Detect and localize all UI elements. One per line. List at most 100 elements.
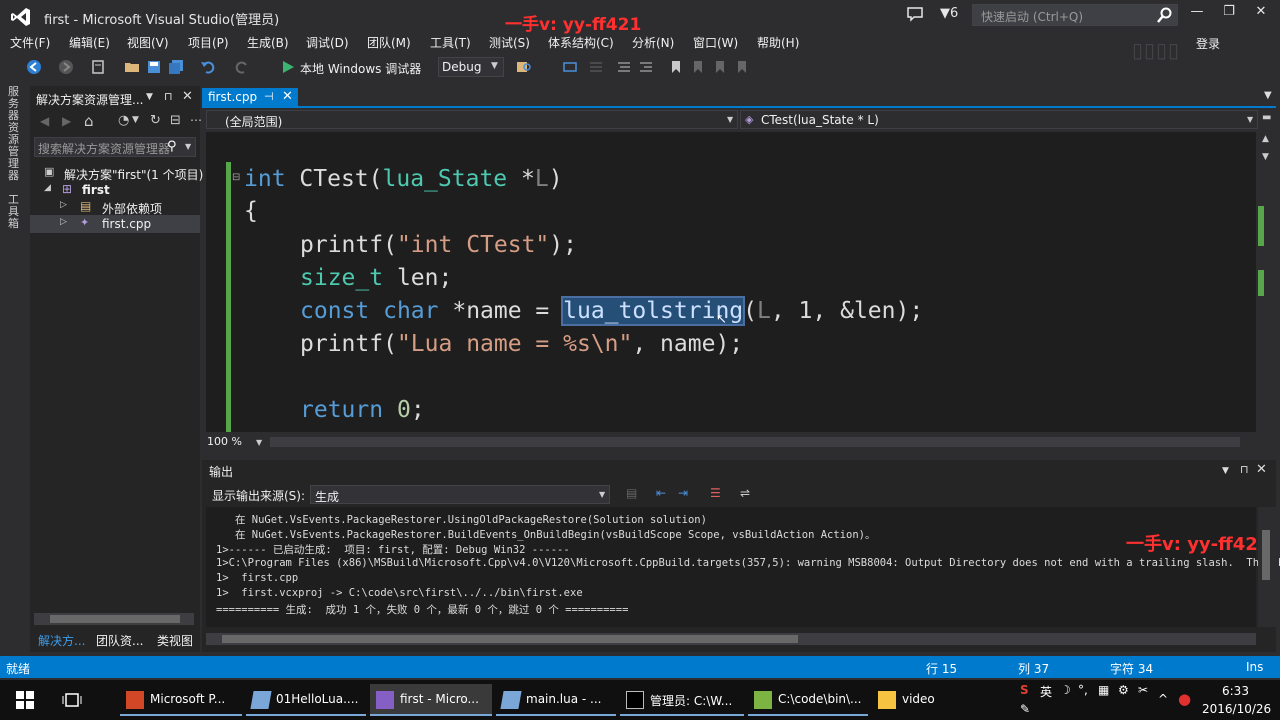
tree-item-external-deps[interactable]: ▷ ▤ 外部依赖项 [30, 198, 200, 216]
find-next-message-icon[interactable]: ⇥ [678, 486, 688, 500]
navigate-icon[interactable] [562, 59, 578, 75]
maximize-button[interactable]: ❐ [1214, 4, 1244, 24]
function-dropdown[interactable]: ◈ CTest(lua_State * L) ▼ [740, 110, 1258, 129]
pin-icon[interactable]: ⊓ [1240, 463, 1249, 476]
menu-architecture[interactable]: 体系结构(C) [548, 34, 614, 51]
zoom-level[interactable]: 100 % [207, 435, 242, 448]
menu-window[interactable]: 窗口(W) [693, 34, 738, 51]
sync-icon[interactable]: ◔ [118, 113, 129, 128]
save-all-icon[interactable] [168, 59, 184, 75]
prev-bookmark-icon[interactable] [690, 59, 706, 75]
taskbar-app-lua[interactable]: 01HelloLua.... [246, 684, 366, 716]
menu-view[interactable]: 视图(V) [127, 34, 169, 51]
moon-icon[interactable]: ☽ [1060, 683, 1071, 697]
output-source-select[interactable]: 生成 ▼ [310, 485, 610, 504]
taskbar-app-visual-studio[interactable]: first - Micro... [370, 684, 492, 716]
tab-team-explorer[interactable]: 团队资... [96, 632, 143, 649]
menu-analyze[interactable]: 分析(N) [632, 34, 674, 51]
settings-icon[interactable]: ⚙ [1118, 683, 1129, 697]
menu-tools[interactable]: 工具(T) [430, 34, 471, 51]
back-icon[interactable]: ◀ [40, 114, 49, 128]
back-icon[interactable] [26, 59, 42, 75]
login-link[interactable]: 登录 [1196, 35, 1220, 52]
toolbox-tab[interactable]: 工具箱 [8, 194, 22, 230]
clear-all-icon[interactable]: ☰ [710, 486, 721, 500]
solution-scroll-thumb[interactable] [50, 615, 180, 623]
taskbar-app-explorer-bin[interactable]: C:\code\bin\... [748, 684, 868, 716]
chevron-down-icon[interactable]: ▼ [1222, 466, 1229, 476]
close-icon[interactable]: ✕ [282, 89, 293, 104]
comment-icon[interactable] [616, 59, 632, 75]
find-in-files-icon[interactable] [516, 59, 532, 75]
go-to-previous-icon[interactable]: ▤ [626, 486, 637, 500]
tree-item-project[interactable]: ◢ ⊞ first [30, 181, 200, 199]
tab-first-cpp[interactable]: first.cpp ⊣ ✕ [202, 88, 298, 108]
pin-icon[interactable]: ⊓ [164, 90, 173, 103]
home-icon[interactable]: ⌂ [84, 112, 94, 130]
menu-test[interactable]: 测试(S) [489, 34, 530, 51]
tree-item-solution[interactable]: ▣ 解决方案"first"(1 个项目) [30, 164, 203, 182]
close-icon[interactable]: ✕ [1256, 462, 1267, 477]
menu-file[interactable]: 文件(F) [10, 34, 50, 51]
format-icon[interactable] [588, 59, 604, 75]
next-bookmark-icon[interactable] [712, 59, 728, 75]
close-button[interactable]: ✕ [1246, 4, 1276, 24]
minimize-button[interactable]: — [1182, 4, 1212, 24]
tab-overflow-icon[interactable]: ▼ [1264, 90, 1272, 101]
taskbar-app-main-lua[interactable]: main.lua - ... [496, 684, 616, 716]
clock-date[interactable]: 2016/10/26 [1202, 702, 1271, 716]
refresh-icon[interactable]: ↻ [150, 113, 161, 128]
tools-icon[interactable]: ✂ [1138, 683, 1148, 697]
chevron-down-icon[interactable]: ▼ [146, 92, 153, 102]
scope-dropdown[interactable]: (全局范围) ▼ [206, 110, 738, 129]
clear-bookmarks-icon[interactable] [734, 59, 750, 75]
pen-icon[interactable]: ✎ [1020, 702, 1030, 716]
find-prev-message-icon[interactable]: ⇤ [656, 486, 666, 500]
menu-team[interactable]: 团队(M) [367, 34, 411, 51]
keyboard-icon[interactable]: ▦ [1098, 683, 1109, 697]
taskbar-app-cmd[interactable]: 管理员: C:\W... [620, 684, 744, 716]
solution-configuration-select[interactable]: Debug ▼ [438, 57, 504, 77]
new-project-icon[interactable] [90, 59, 106, 75]
collapse-icon[interactable]: ⊟ [232, 172, 242, 184]
notification-icon[interactable] [906, 5, 924, 23]
menu-project[interactable]: 项目(P) [188, 34, 229, 51]
save-icon[interactable] [146, 59, 162, 75]
ime-mode[interactable]: 英 [1040, 683, 1052, 700]
solution-search-input[interactable]: 搜索解决方案资源管理器 ⚲ ▼ [34, 137, 196, 157]
pin-icon[interactable]: ⊣ [264, 90, 274, 103]
record-icon[interactable]: ● [1178, 690, 1191, 708]
task-view-icon[interactable] [62, 691, 82, 709]
quick-launch-input[interactable]: 快速启动 (Ctrl+Q) [972, 4, 1178, 26]
start-debugger-button[interactable]: 本地 Windows 调试器 [300, 60, 421, 77]
windows-start-icon[interactable] [16, 691, 34, 709]
output-vscroll-thumb[interactable] [1262, 530, 1270, 580]
start-debugging-icon[interactable] [280, 59, 296, 75]
editor-horizontal-scrollbar[interactable] [270, 437, 1240, 447]
scroll-down-icon[interactable]: ▼ [1262, 152, 1269, 162]
clock-time[interactable]: 6:33 [1222, 684, 1249, 698]
sogou-ime-icon[interactable]: S [1020, 683, 1029, 697]
server-explorer-tab[interactable]: 服务器资源管理器 [8, 86, 22, 182]
bookmark-icon[interactable] [668, 59, 684, 75]
taskbar-app-powerpoint[interactable]: Microsoft P... [120, 684, 242, 716]
open-folder-icon[interactable] [124, 59, 140, 75]
scroll-up-icon[interactable]: ▲ [1262, 134, 1269, 144]
forward-icon[interactable]: ▶ [62, 114, 71, 128]
taskbar-app-video-folder[interactable]: video [872, 684, 992, 716]
menu-help[interactable]: 帮助(H) [757, 34, 799, 51]
menu-build[interactable]: 生成(B) [247, 34, 289, 51]
undo-icon[interactable] [200, 59, 216, 75]
tab-class-view[interactable]: 类视图 [157, 632, 193, 649]
forward-icon[interactable] [58, 59, 74, 75]
word-wrap-icon[interactable]: ⇌ [740, 486, 750, 500]
collapse-all-icon[interactable]: ⊟ [170, 113, 181, 128]
punctuation-icon[interactable]: °, [1078, 683, 1088, 697]
output-hscroll-thumb[interactable] [222, 635, 798, 643]
menu-edit[interactable]: 编辑(E) [69, 34, 110, 51]
feedback-flag[interactable]: ▼6 [940, 6, 958, 21]
chevron-up-icon[interactable]: ^ [1158, 692, 1168, 706]
tab-solution-explorer[interactable]: 解决方... [38, 632, 85, 649]
properties-icon[interactable]: ⋯ [190, 113, 202, 127]
uncomment-icon[interactable] [638, 59, 654, 75]
